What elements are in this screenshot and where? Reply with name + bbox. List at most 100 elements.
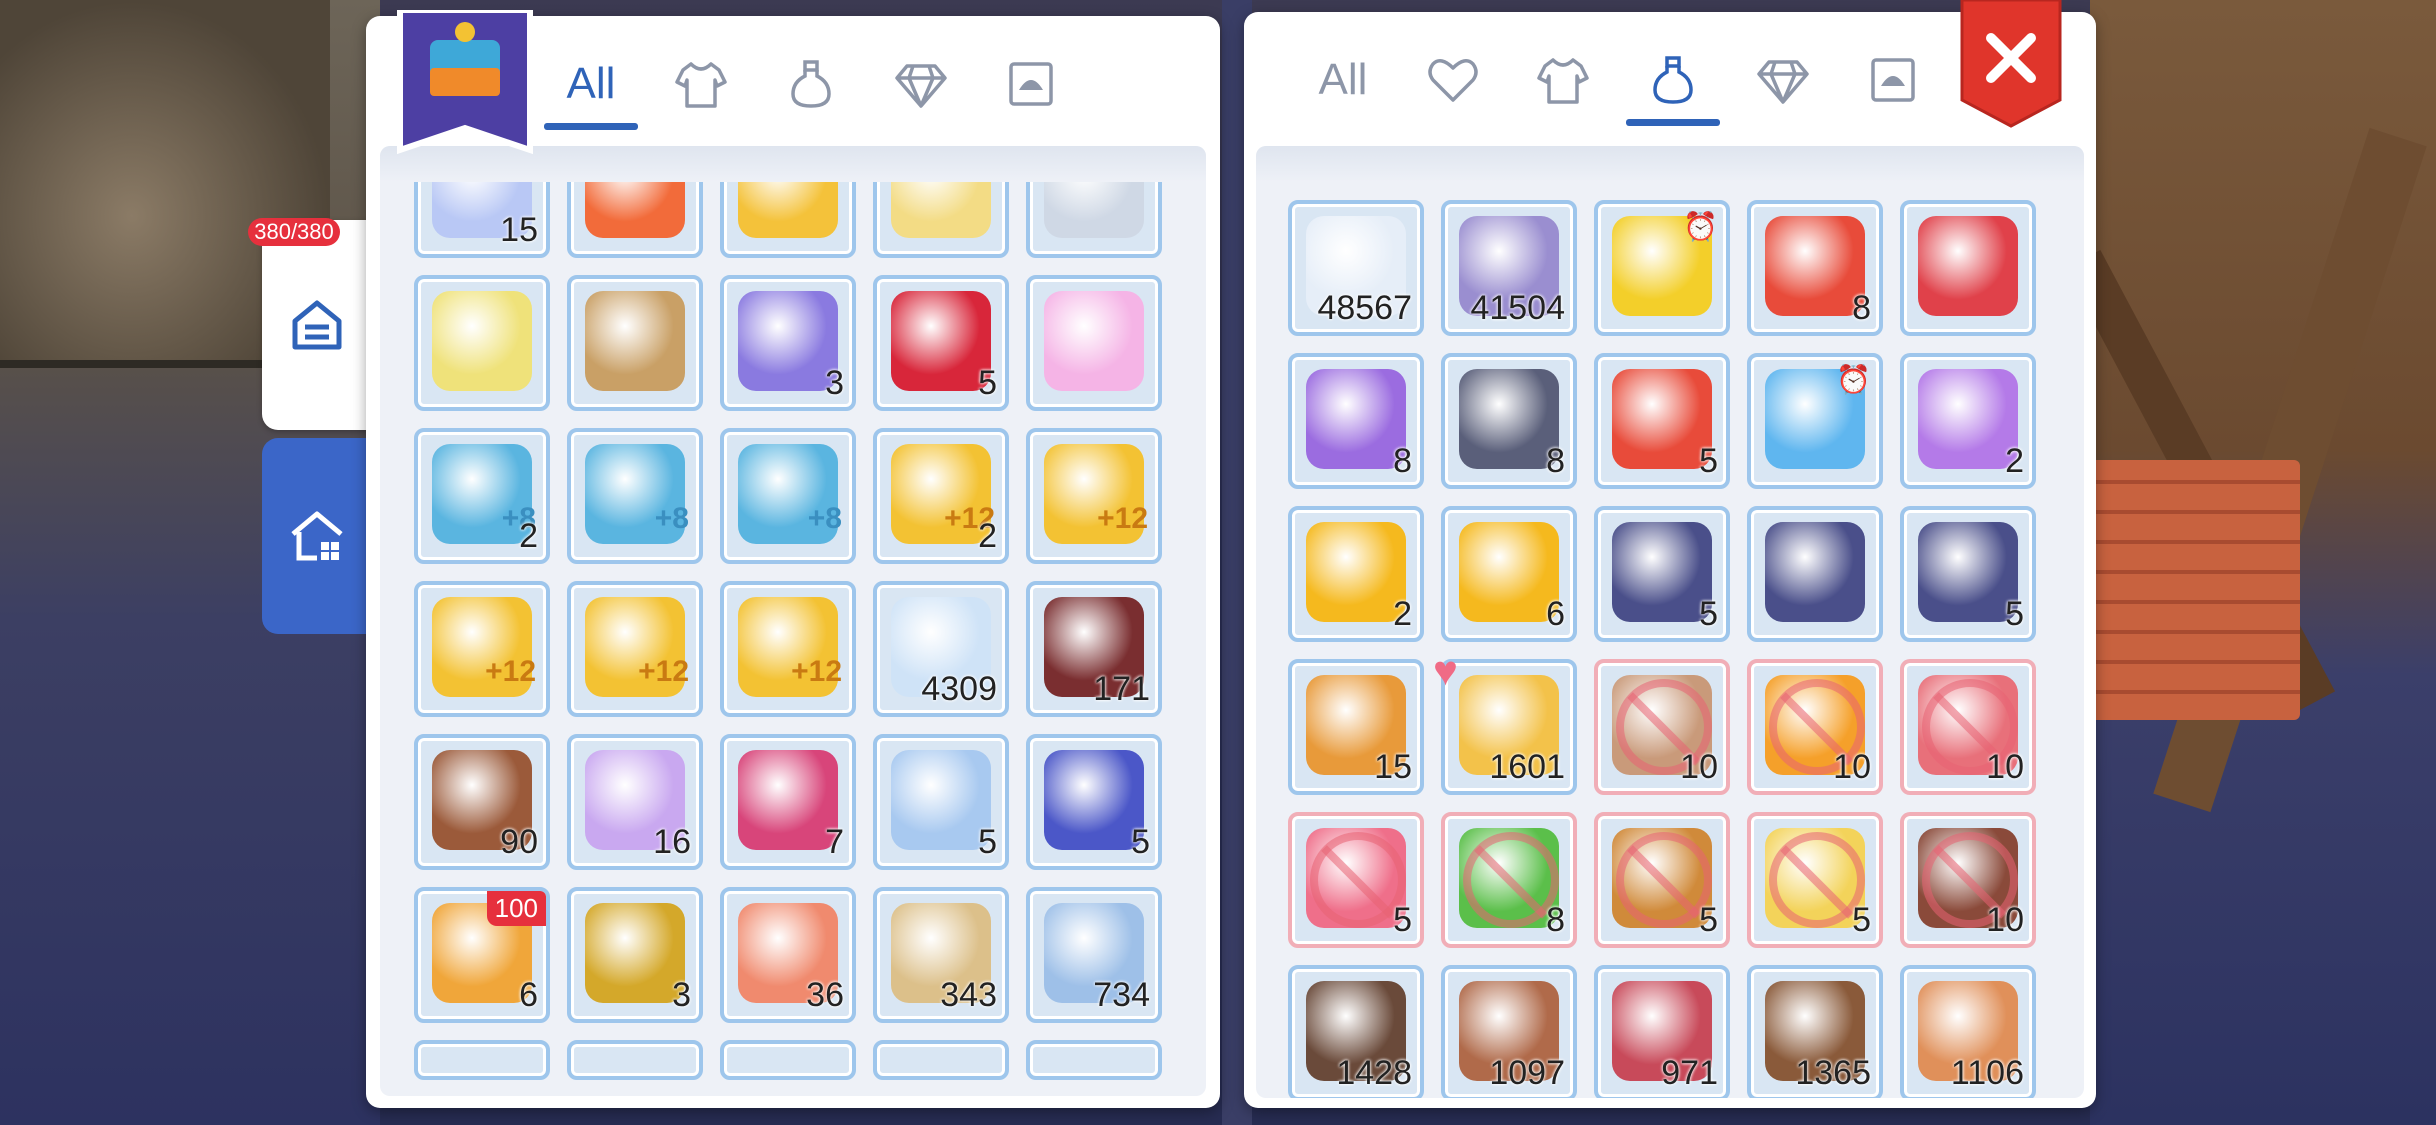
item-slot[interactable]: 343: [873, 887, 1009, 1023]
item-slot[interactable]: 10: [1900, 812, 2036, 948]
upgrade-level: +12: [791, 655, 842, 688]
item-slot[interactable]: ⏰: [1594, 200, 1730, 336]
storage-item-area[interactable]: 48567 41504 ⏰ 8 8 8 5 ⏰ 2 2 6 5 5 15 ♥ 1601 10 10 10 5 8 5 5 10…: [1256, 146, 2084, 1098]
tab-cards[interactable]: [976, 36, 1086, 132]
item-slot[interactable]: 1106: [1900, 965, 2036, 1098]
treasure-chest-icon: [1918, 522, 2018, 622]
item-slot[interactable]: 5: [1594, 506, 1730, 642]
heart-icon: [1428, 59, 1478, 102]
item-slot[interactable]: [567, 275, 703, 411]
item-slot[interactable]: 2: [1288, 506, 1424, 642]
item-slot[interactable]: 10: [1747, 659, 1883, 795]
item-slot[interactable]: 8: [1441, 812, 1577, 948]
item-slot[interactable]: 1365: [1747, 965, 1883, 1098]
potion-icon: [791, 60, 831, 108]
item-slot[interactable]: [1026, 1040, 1162, 1080]
tab-equipment[interactable]: [646, 36, 756, 132]
item-slot[interactable]: [1747, 506, 1883, 642]
item-slot[interactable]: 8: [1288, 353, 1424, 489]
item-slot[interactable]: 5: [1594, 353, 1730, 489]
item-slot[interactable]: 8: [1441, 353, 1577, 489]
item-slot[interactable]: 734: [1026, 887, 1162, 1023]
item-slot[interactable]: 5: [1026, 734, 1162, 870]
tab-all[interactable]: All: [536, 36, 646, 132]
tab-all[interactable]: All: [1288, 32, 1398, 128]
item-slot[interactable]: +12: [414, 581, 550, 717]
item-slot[interactable]: +12: [1026, 428, 1162, 564]
item-slot[interactable]: 971: [1594, 965, 1730, 1098]
item-slot[interactable]: [873, 1040, 1009, 1080]
item-count: 10: [1986, 748, 2024, 786]
tab-consumables[interactable]: [1618, 32, 1728, 128]
tab-consumables[interactable]: [756, 36, 866, 132]
item-slot[interactable]: 16: [567, 734, 703, 870]
item-slot[interactable]: [414, 275, 550, 411]
item-slot[interactable]: 36: [720, 887, 856, 1023]
item-slot[interactable]: ⏰: [1747, 353, 1883, 489]
item-slot[interactable]: 5: [1288, 812, 1424, 948]
item-count: 41504: [1470, 289, 1565, 327]
tab-all-label: All: [566, 59, 616, 108]
item-slot[interactable]: 5: [1900, 506, 2036, 642]
item-slot[interactable]: 6: [1441, 506, 1577, 642]
item-slot[interactable]: 4309: [873, 581, 1009, 717]
red-gift-box-icon: [1765, 216, 1865, 316]
item-slot[interactable]: 10: [1594, 659, 1730, 795]
item-slot[interactable]: 100 6: [414, 887, 550, 1023]
card-icon: [1009, 62, 1053, 106]
guild-house-tab[interactable]: [262, 438, 372, 634]
item-slot[interactable]: 5: [1747, 812, 1883, 948]
home-tab[interactable]: [262, 220, 372, 430]
item-slot[interactable]: 3: [720, 275, 856, 411]
storage-item-grid: 48567 41504 ⏰ 8 8 8 5 ⏰ 2 2 6 5 5 15 ♥ 1601 10 10 10 5 8 5 5 10…: [1288, 200, 2036, 1098]
item-count: 734: [1093, 976, 1150, 1014]
item-slot[interactable]: +12 2: [873, 428, 1009, 564]
item-slot[interactable]: 2: [1900, 353, 2036, 489]
item-slot[interactable]: [414, 1040, 550, 1080]
tab-favorites[interactable]: [1398, 32, 1508, 128]
item-slot[interactable]: 5: [873, 734, 1009, 870]
tab-gems[interactable]: [1728, 32, 1838, 128]
item-slot[interactable]: 41504: [1441, 200, 1577, 336]
item-slot[interactable]: 15: [1288, 659, 1424, 795]
item-slot[interactable]: [720, 1040, 856, 1080]
item-slot[interactable]: 48567: [1288, 200, 1424, 336]
item-slot[interactable]: 1428: [1288, 965, 1424, 1098]
item-slot[interactable]: +8 2: [414, 428, 550, 564]
item-slot[interactable]: 5: [1594, 812, 1730, 948]
item-slot[interactable]: +8: [720, 428, 856, 564]
forbidden-icon: [1769, 832, 1865, 928]
bag-banner-icon: [397, 10, 533, 155]
item-slot[interactable]: 7: [720, 734, 856, 870]
item-slot[interactable]: +12: [567, 581, 703, 717]
small-gift-icon: [1918, 216, 2018, 316]
item-count: 2: [2005, 442, 2024, 480]
item-slot[interactable]: +8: [567, 428, 703, 564]
item-slot[interactable]: [1900, 200, 2036, 336]
item-count: 3: [672, 976, 691, 1014]
bag-item-area[interactable]: 15 3 5 +8 2 +8 +8 +12 2 +12 +12 +12 +12 4309 171 90 16 7 5…: [380, 146, 1206, 1096]
item-slot[interactable]: 5: [873, 275, 1009, 411]
item-slot[interactable]: 1097: [1441, 965, 1577, 1098]
item-slot[interactable]: 10: [1900, 659, 2036, 795]
item-slot[interactable]: [1026, 275, 1162, 411]
item-slot[interactable]: 171: [1026, 581, 1162, 717]
item-slot[interactable]: 90: [414, 734, 550, 870]
tab-gems[interactable]: [866, 36, 976, 132]
item-slot[interactable]: +12: [720, 581, 856, 717]
item-slot[interactable]: 3: [567, 887, 703, 1023]
item-slot[interactable]: ♥ 1601: [1433, 647, 1577, 795]
purple-gift-box-icon: [1306, 369, 1406, 469]
item-count: 48567: [1317, 289, 1412, 327]
close-button[interactable]: [1958, 0, 2064, 128]
background-roof: [2090, 460, 2300, 720]
yellow-ticket-icon: [432, 291, 532, 391]
item-slot[interactable]: [567, 1040, 703, 1080]
item-count: 5: [2005, 595, 2024, 633]
tab-equipment[interactable]: [1508, 32, 1618, 128]
item-count: 343: [940, 976, 997, 1014]
tab-cards[interactable]: [1838, 32, 1948, 128]
star-coin-icon: [1306, 522, 1406, 622]
item-slot[interactable]: 8: [1747, 200, 1883, 336]
upgrade-level: +8: [654, 502, 689, 535]
